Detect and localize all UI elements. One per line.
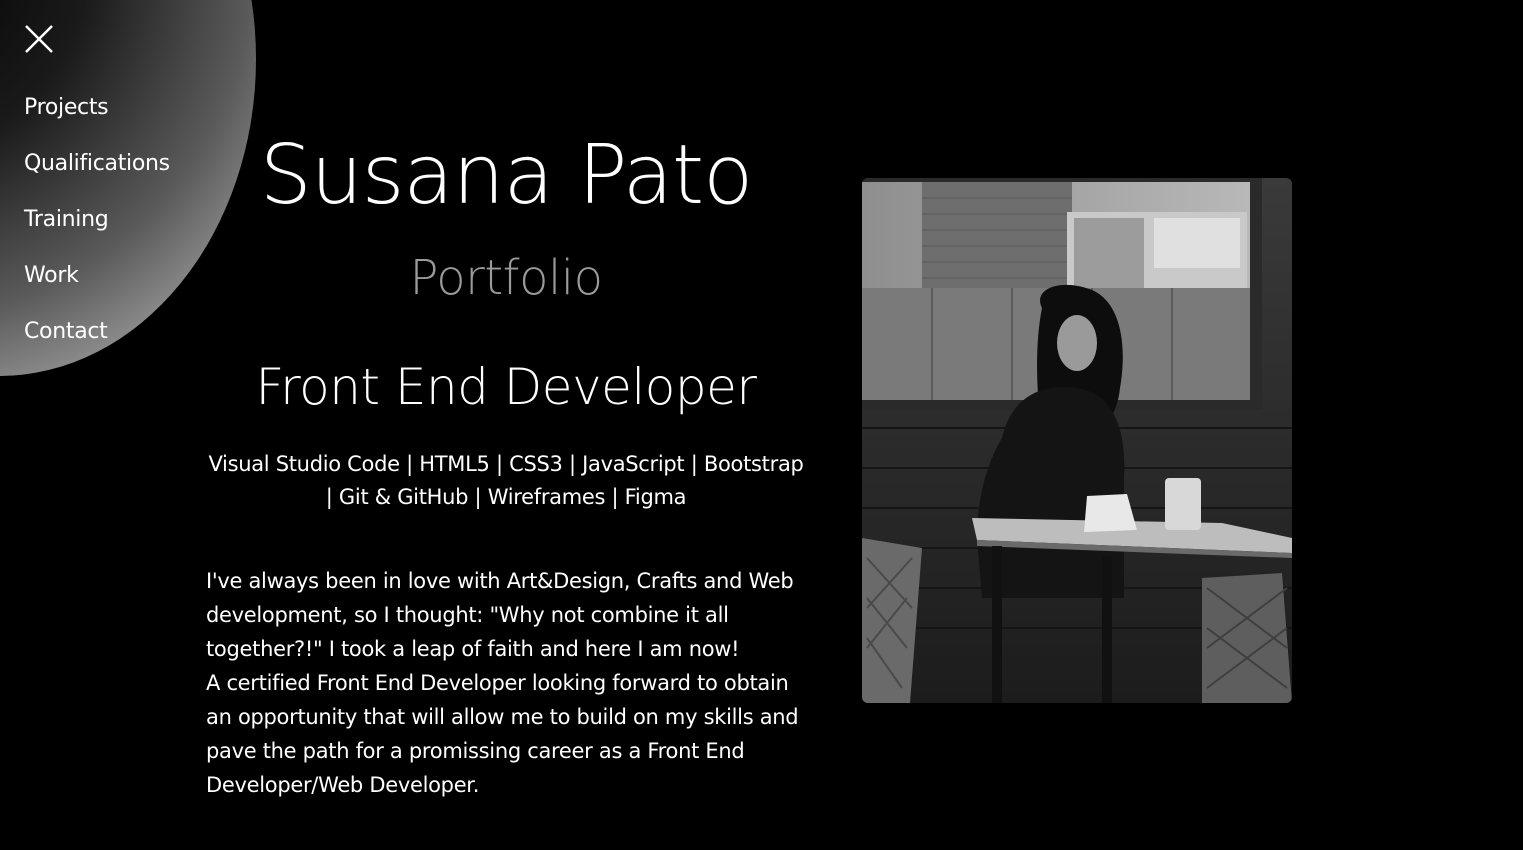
nav-item-contact: Contact [24, 316, 170, 372]
nav-item-work: Work [24, 260, 170, 316]
page: Projects Qualifications Training Work Co… [0, 0, 1523, 850]
nav-item-training: Training [24, 204, 170, 260]
nav-item-qualifications: Qualifications [24, 148, 170, 204]
profile-photo [862, 178, 1292, 703]
page-subtitle: Portfolio [409, 250, 603, 306]
nav-link-contact[interactable]: Contact [24, 319, 108, 344]
nav-link-training[interactable]: Training [24, 207, 109, 232]
close-icon [25, 25, 53, 53]
role-heading: Front End Developer [255, 358, 757, 416]
intro-section: Susana Pato Portfolio Front End Develope… [206, 126, 806, 802]
close-menu-button[interactable] [22, 22, 56, 56]
page-title: Susana Pato [259, 128, 754, 223]
nav-link-projects[interactable]: Projects [24, 95, 109, 120]
skills-list: Visual Studio Code | HTML5 | CSS3 | Java… [208, 452, 804, 509]
nav-link-qualifications[interactable]: Qualifications [24, 151, 170, 176]
about-text: I've always been in love with Art&Design… [206, 564, 806, 802]
nav-link-work[interactable]: Work [24, 263, 79, 288]
about-paragraph-1: I've always been in love with Art&Design… [206, 569, 794, 661]
nav-list: Projects Qualifications Training Work Co… [24, 92, 170, 372]
about-paragraph-2: A certified Front End Developer looking … [206, 671, 799, 797]
nav-item-projects: Projects [24, 92, 170, 148]
profile-photo-image [862, 178, 1292, 703]
